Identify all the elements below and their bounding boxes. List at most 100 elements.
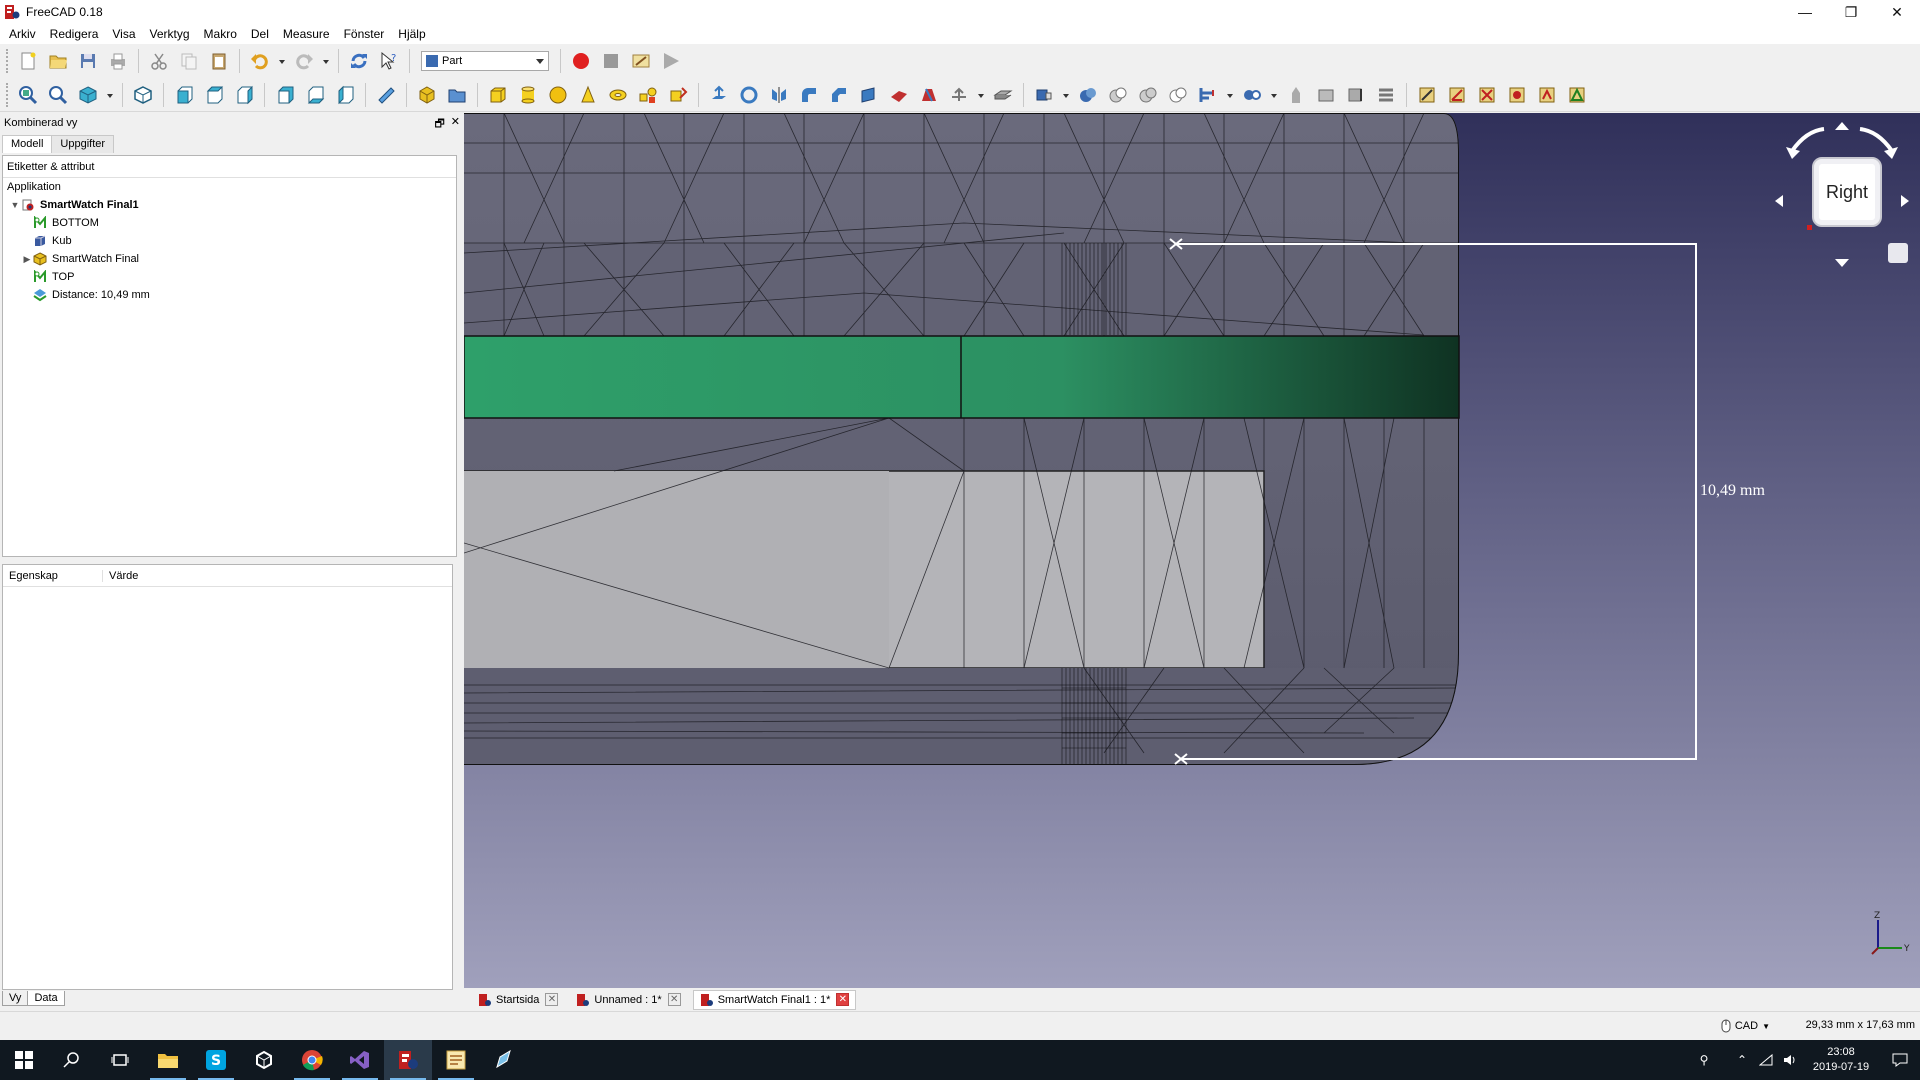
close-panel-icon[interactable]: ✕ — [451, 115, 460, 134]
cut-icon[interactable] — [146, 48, 172, 74]
tab-vy[interactable]: Vy — [2, 991, 29, 1006]
navigation-style-selector[interactable]: CAD ▼ — [1721, 1019, 1770, 1033]
sweep-icon[interactable] — [946, 82, 972, 108]
start-button[interactable] — [0, 1040, 48, 1080]
cylinder-icon[interactable] — [515, 82, 541, 108]
measure-clear-icon[interactable] — [1474, 82, 1500, 108]
save-icon[interactable] — [75, 48, 101, 74]
create-part-icon[interactable] — [414, 82, 440, 108]
macro-record-icon[interactable] — [568, 48, 594, 74]
compound-tools-icon[interactable] — [1031, 82, 1057, 108]
front-view-icon[interactable] — [171, 82, 197, 108]
taskbar-pen-app[interactable] — [480, 1040, 528, 1080]
splitting-icon[interactable] — [1239, 82, 1265, 108]
navcube-face-right[interactable]: Right — [1812, 157, 1882, 227]
join-dropdown-icon[interactable] — [1225, 82, 1235, 108]
right-view-icon[interactable] — [231, 82, 257, 108]
sweep-dropdown-icon[interactable] — [976, 82, 986, 108]
copy-icon[interactable] — [176, 48, 202, 74]
defeaturing-icon[interactable] — [1313, 82, 1339, 108]
toolbar-grip[interactable] — [6, 82, 9, 107]
undo-icon[interactable] — [247, 48, 273, 74]
measure-linear-icon[interactable] — [1414, 82, 1440, 108]
measure-toggle-delta-icon[interactable] — [1564, 82, 1590, 108]
tab-unnamed[interactable]: Unnamed : 1* ✕ — [570, 990, 686, 1010]
menu-visa[interactable]: Visa — [105, 24, 142, 44]
shape-builder-icon[interactable] — [665, 82, 691, 108]
common-icon[interactable] — [1165, 82, 1191, 108]
menu-measure[interactable]: Measure — [276, 24, 337, 44]
menu-del[interactable]: Del — [244, 24, 276, 44]
menu-arkiv[interactable]: Arkiv — [2, 24, 43, 44]
chamfer-icon[interactable] — [826, 82, 852, 108]
thickness-icon[interactable] — [990, 82, 1016, 108]
macro-stop-icon[interactable] — [598, 48, 624, 74]
close-icon[interactable]: ✕ — [667, 993, 681, 1006]
ruled-surface-icon[interactable] — [886, 82, 912, 108]
undock-icon[interactable]: 🗗 — [434, 115, 444, 134]
taskbar-file-explorer[interactable] — [144, 1040, 192, 1080]
clock[interactable]: 23:08 2019-07-19 — [1802, 1045, 1880, 1075]
join-features-icon[interactable] — [1195, 82, 1221, 108]
minimize-button[interactable]: — — [1782, 0, 1828, 24]
tree-item-top[interactable]: TOP — [3, 268, 456, 286]
open-folder-icon[interactable] — [45, 48, 71, 74]
bottom-view-icon[interactable] — [302, 82, 328, 108]
tab-uppgifter[interactable]: Uppgifter — [51, 135, 115, 153]
refresh-icon[interactable] — [346, 48, 372, 74]
navcube-menu-icon[interactable] — [1888, 243, 1908, 263]
macro-edit-icon[interactable] — [628, 48, 654, 74]
whats-this-icon[interactable]: ? — [376, 48, 402, 74]
cross-sections-icon[interactable] — [1373, 82, 1399, 108]
tree-item-smartwatch-final[interactable]: ▶ SmartWatch Final — [3, 250, 456, 268]
macro-play-icon[interactable] — [658, 48, 684, 74]
toolbar-grip[interactable] — [6, 49, 9, 73]
rear-view-icon[interactable] — [272, 82, 298, 108]
paste-icon[interactable] — [206, 48, 232, 74]
make-face-icon[interactable] — [856, 82, 882, 108]
primitives-icon[interactable] — [635, 82, 661, 108]
tab-data[interactable]: Data — [27, 991, 65, 1006]
sphere-icon[interactable] — [545, 82, 571, 108]
new-file-icon[interactable] — [15, 48, 41, 74]
taskbar-skype[interactable]: S — [192, 1040, 240, 1080]
torus-icon[interactable] — [605, 82, 631, 108]
workbench-selector[interactable]: Part — [421, 51, 549, 71]
mirror-icon[interactable] — [766, 82, 792, 108]
redo-icon[interactable] — [291, 48, 317, 74]
notifications-icon[interactable] — [1880, 1040, 1920, 1080]
tree-item-kub[interactable]: Kub — [3, 232, 456, 250]
taskbar-freecad[interactable] — [384, 1040, 432, 1080]
tree-item-bottom[interactable]: BOTTOM — [3, 214, 456, 232]
taskbar-visual-studio[interactable] — [336, 1040, 384, 1080]
tab-modell[interactable]: Modell — [2, 135, 53, 153]
draw-style-icon[interactable] — [75, 82, 101, 108]
loft-icon[interactable] — [916, 82, 942, 108]
fit-selection-icon[interactable] — [45, 82, 71, 108]
redo-dropdown-icon[interactable] — [321, 48, 331, 74]
close-icon[interactable]: ✕ — [545, 993, 559, 1006]
revolve-icon[interactable] — [736, 82, 762, 108]
volume-icon[interactable] — [1778, 1040, 1802, 1080]
extrude-icon[interactable] — [706, 82, 732, 108]
draw-style-dropdown-icon[interactable] — [105, 82, 115, 108]
top-view-icon[interactable] — [201, 82, 227, 108]
taskbar-chrome[interactable] — [288, 1040, 336, 1080]
show-hidden-icons-icon[interactable]: ⌃ — [1730, 1040, 1754, 1080]
menu-verktyg[interactable]: Verktyg — [143, 24, 197, 44]
cut-boolean-icon[interactable] — [1105, 82, 1131, 108]
measure-distance-icon[interactable] — [373, 82, 399, 108]
menu-fonster[interactable]: Fönster — [337, 24, 392, 44]
network-icon[interactable] — [1754, 1040, 1778, 1080]
menu-redigera[interactable]: Redigera — [43, 24, 106, 44]
taskbar-notes-app[interactable] — [432, 1040, 480, 1080]
splitting-dropdown-icon[interactable] — [1269, 82, 1279, 108]
tab-smartwatch-final1[interactable]: SmartWatch Final1 : 1* ✕ — [692, 989, 857, 1010]
fuse-icon[interactable] — [1135, 82, 1161, 108]
collapse-arrow-icon[interactable]: ▼ — [9, 200, 21, 210]
expand-arrow-icon[interactable]: ▶ — [21, 254, 33, 265]
task-view-button[interactable] — [96, 1040, 144, 1080]
check-geometry-icon[interactable] — [1283, 82, 1309, 108]
undo-dropdown-icon[interactable] — [277, 48, 287, 74]
3d-viewport[interactable]: 10,49 mm Right Z Y — [464, 113, 1920, 988]
